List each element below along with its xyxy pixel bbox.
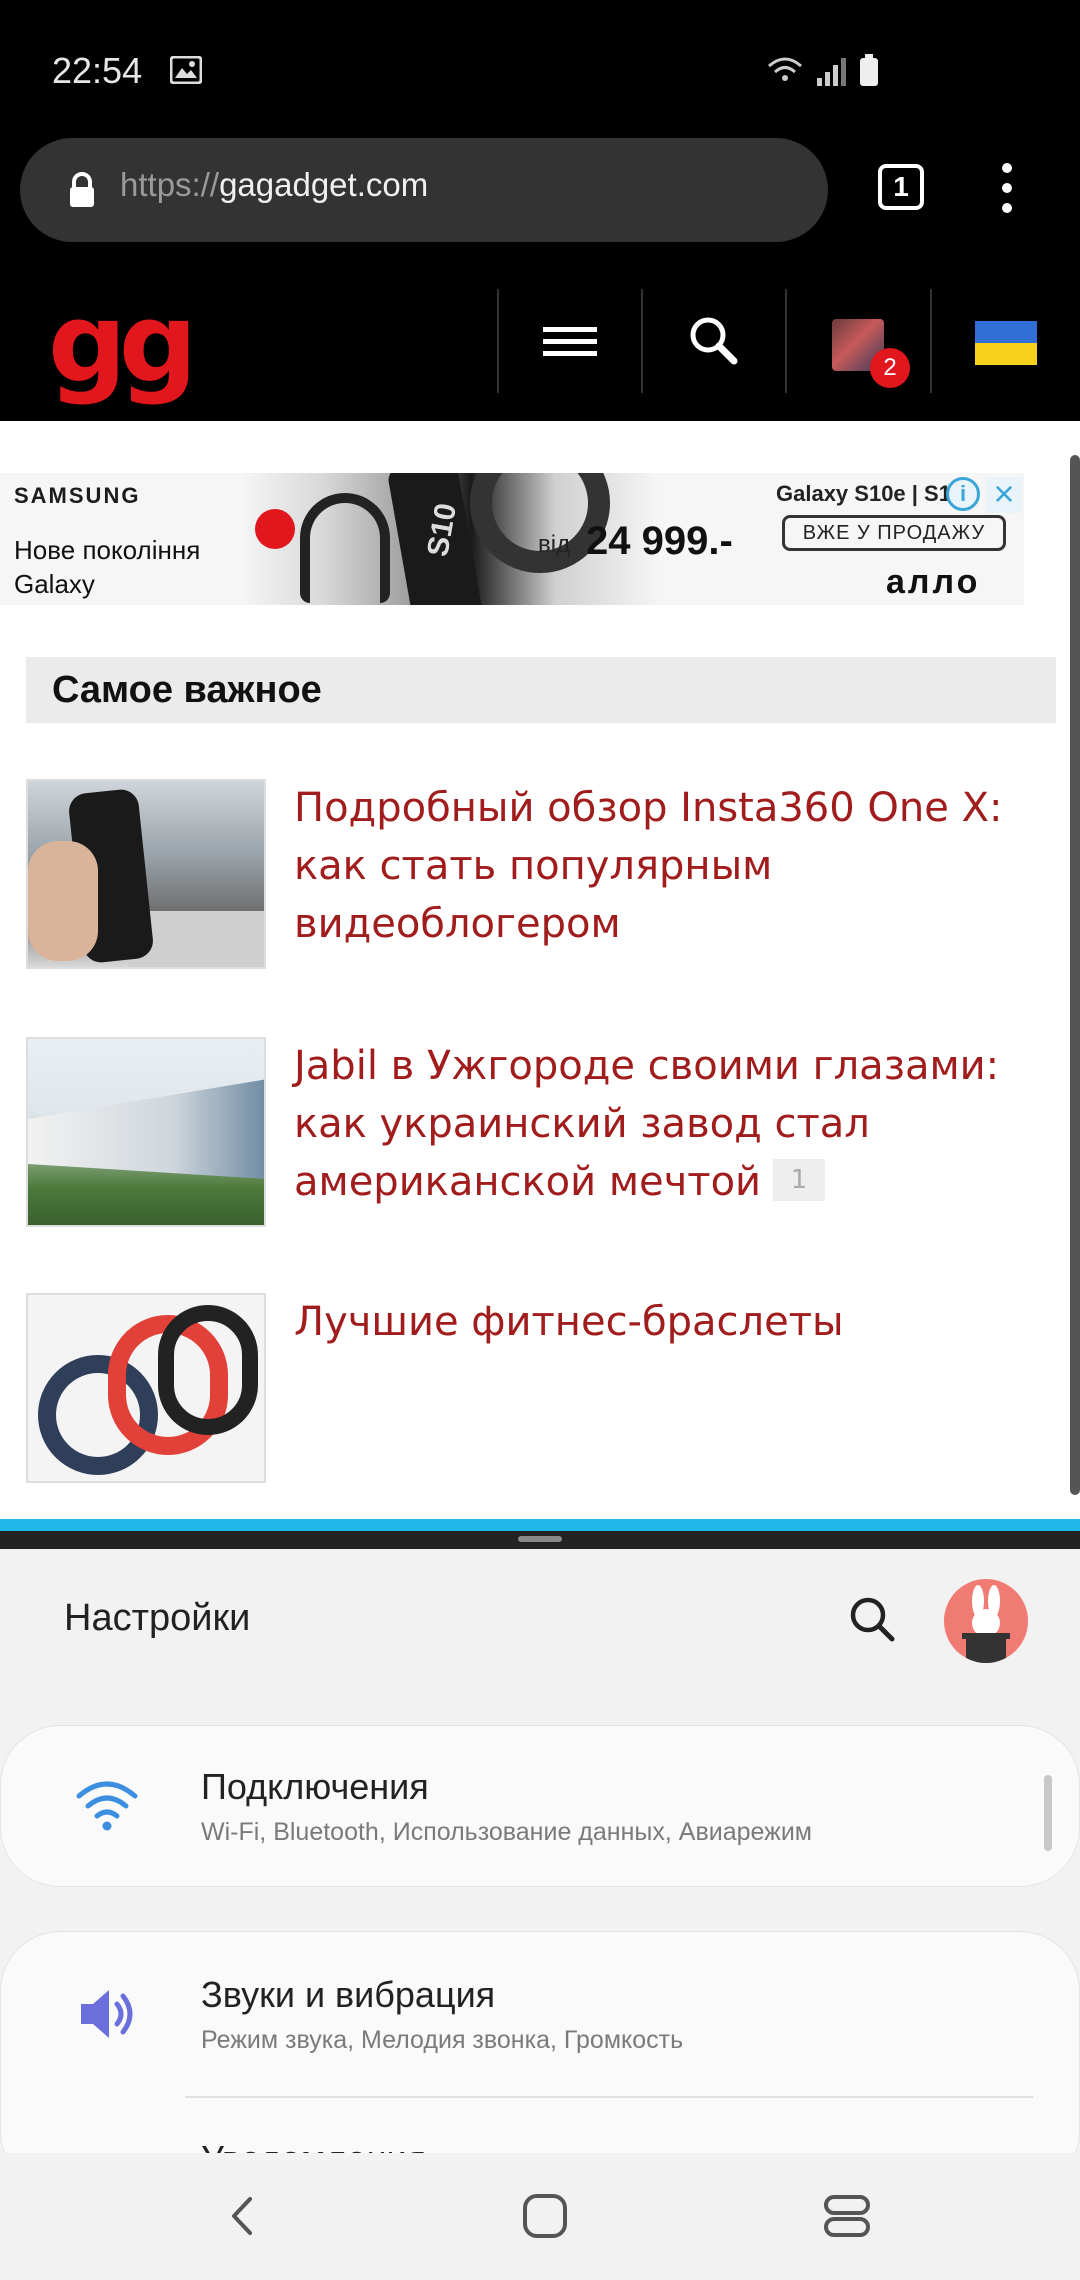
settings-app: Настройки Подключения Wi-Fi, Bluetooth, … <box>0 1549 1080 2153</box>
speaker-icon <box>81 1990 133 2038</box>
ad-tagline: Нове покоління Galaxy <box>14 535 201 599</box>
ad-store-logo: алло <box>886 563 981 601</box>
ad-close-icon[interactable]: × <box>986 476 1022 513</box>
list-item[interactable]: Лучшие фитнес-браслеты <box>26 1293 1056 1483</box>
settings-item-label: Звуки и вибрация <box>201 1974 496 2015</box>
back-icon[interactable] <box>208 2181 278 2251</box>
split-screen-divider[interactable] <box>0 1519 1080 1549</box>
ad-model: Galaxy S10e | S1 <box>776 481 951 506</box>
section-title: Самое важное <box>52 669 322 711</box>
ukraine-flag-icon[interactable] <box>975 321 1037 365</box>
article-thumbnail[interactable] <box>26 1037 266 1227</box>
list-item[interactable]: Jabil в Ужгороде своими глазами: как укр… <box>26 1037 1056 1227</box>
ad-price-prefix: від <box>538 531 571 558</box>
page-scrollbar[interactable] <box>1070 455 1080 1495</box>
ad-banner[interactable]: SAMSUNG Нове покоління Galaxy S10 від 24… <box>0 473 1024 605</box>
tab-switcher-button[interactable]: 1 <box>878 164 924 210</box>
search-icon[interactable] <box>674 305 754 377</box>
article-title[interactable]: Лучшие фитнес-браслеты <box>294 1293 1064 1351</box>
site-header: gg 2 <box>0 265 1080 421</box>
header-divider <box>785 289 787 393</box>
settings-item-description: Wi-Fi, Bluetooth, Использование данных, … <box>201 1818 812 1846</box>
more-options-icon[interactable] <box>992 160 1022 216</box>
status-bar: 22:54 <box>0 0 1080 138</box>
lock-icon <box>70 172 94 207</box>
system-nav-bar <box>0 2153 1080 2280</box>
active-window-indicator <box>0 1519 1080 1531</box>
url-text[interactable]: https://gagadget.com <box>120 166 428 204</box>
ad-price: 24 999.- <box>586 519 733 563</box>
ad-info-icon[interactable]: i <box>946 477 980 511</box>
notification-badge: 2 <box>870 348 910 388</box>
list-item[interactable]: Подробный обзор Insta360 One X: как стат… <box>26 779 1056 969</box>
bunny-avatar-icon <box>962 1585 1010 1663</box>
settings-item-sounds[interactable]: Звуки и вибрация Режим звука, Мелодия зв… <box>0 1931 1080 2153</box>
search-icon[interactable] <box>842 1589 902 1649</box>
profile-avatar[interactable] <box>944 1579 1028 1663</box>
article-title[interactable]: Подробный обзор Insta360 One X: как стат… <box>294 779 1064 953</box>
list-divider <box>185 2096 1033 2098</box>
web-page-content: SAMSUNG Нове покоління Galaxy S10 від 24… <box>0 421 1080 1519</box>
settings-scrollbar[interactable] <box>1044 1775 1052 1851</box>
signal-battery-icons <box>768 54 878 86</box>
comment-count-badge[interactable]: 1 <box>773 1159 826 1201</box>
headphones-image <box>300 493 390 603</box>
settings-item-label[interactable]: Уведомления <box>201 2138 426 2153</box>
wifi-icon <box>76 1781 138 1831</box>
settings-item-label: Подключения <box>201 1766 429 1807</box>
header-divider <box>497 289 499 393</box>
ad-brand: SAMSUNG <box>14 483 141 508</box>
header-divider <box>930 289 932 393</box>
section-header: Самое важное <box>26 657 1056 723</box>
article-thumbnail[interactable] <box>26 779 266 969</box>
divider-handle[interactable] <box>518 1536 562 1542</box>
address-bar[interactable]: https://gagadget.com <box>20 138 828 242</box>
hamburger-menu-icon[interactable] <box>530 305 610 377</box>
home-icon[interactable] <box>510 2181 580 2251</box>
status-time: 22:54 <box>52 50 143 91</box>
browser-toolbar: https://gagadget.com 1 <box>0 138 1080 265</box>
article-thumbnail[interactable] <box>26 1293 266 1483</box>
gift-icon <box>255 509 295 549</box>
settings-item-description: Режим звука, Мелодия звонка, Громкость <box>201 2026 684 2054</box>
settings-item-connections[interactable]: Подключения Wi-Fi, Bluetooth, Использова… <box>0 1725 1080 1887</box>
image-notification-icon <box>170 56 202 84</box>
ad-cta-button[interactable]: ВЖЕ У ПРОДАЖУ <box>782 515 1006 551</box>
page-title: Настройки <box>64 1597 251 1639</box>
site-logo[interactable]: gg <box>48 288 198 398</box>
header-divider <box>641 289 643 393</box>
recent-apps-icon[interactable] <box>812 2181 882 2251</box>
article-title[interactable]: Jabil в Ужгороде своими глазами: как укр… <box>294 1037 1064 1211</box>
